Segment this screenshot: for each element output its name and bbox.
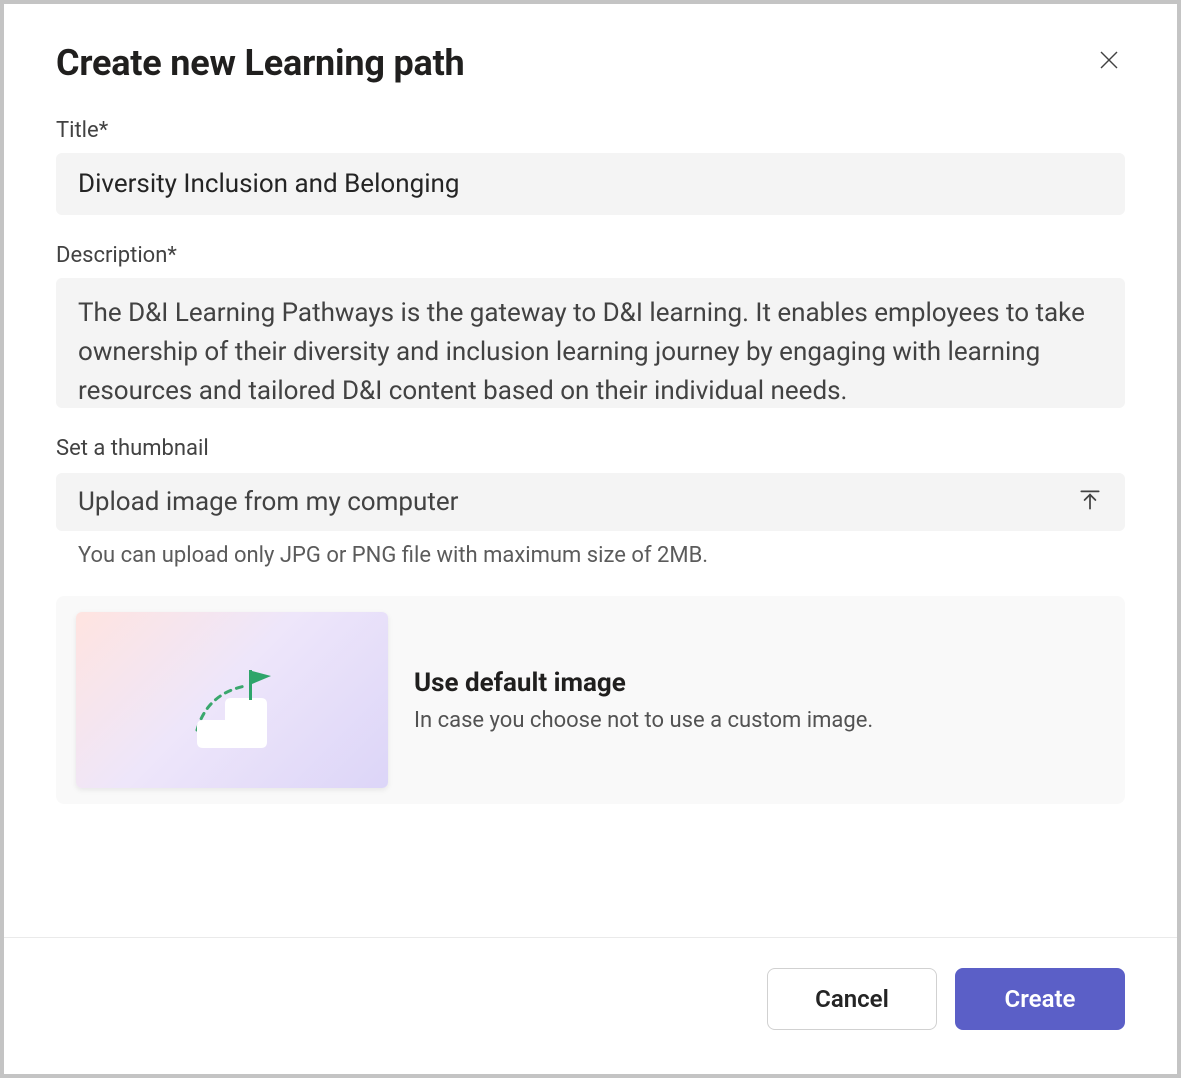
create-button[interactable]: Create: [955, 968, 1125, 1030]
upload-helper-text: You can upload only JPG or PNG file with…: [78, 543, 1125, 568]
default-image-text: Use default image In case you choose not…: [414, 668, 873, 733]
cancel-button[interactable]: Cancel: [767, 968, 937, 1030]
dialog-header: Create new Learning path: [4, 4, 1177, 94]
upload-icon: [1077, 487, 1103, 517]
title-input[interactable]: [56, 153, 1125, 215]
description-field: Description*: [56, 243, 1125, 408]
thumbnail-field: Set a thumbnail Upload image from my com…: [56, 436, 1125, 568]
close-icon: [1097, 48, 1121, 72]
title-label: Title*: [56, 118, 1125, 143]
description-input[interactable]: [56, 278, 1125, 408]
create-learning-path-dialog: Create new Learning path Title* Descript…: [4, 4, 1177, 1074]
dialog-title: Create new Learning path: [56, 42, 465, 84]
default-image-card[interactable]: Use default image In case you choose not…: [56, 596, 1125, 804]
description-label: Description*: [56, 243, 1125, 268]
upload-image-button[interactable]: Upload image from my computer: [56, 473, 1125, 531]
thumbnail-label: Set a thumbnail: [56, 436, 1125, 461]
dialog-footer: Cancel Create: [4, 937, 1177, 1074]
flag-steps-icon: [167, 654, 297, 754]
title-field: Title*: [56, 118, 1125, 215]
default-image-title: Use default image: [414, 668, 873, 698]
dialog-body: Title* Description* Set a thumbnail Uplo…: [4, 94, 1177, 937]
upload-text: Upload image from my computer: [78, 487, 458, 517]
default-image-subtitle: In case you choose not to use a custom i…: [414, 708, 873, 733]
close-button[interactable]: [1093, 44, 1125, 76]
default-thumbnail-preview: [76, 612, 388, 788]
